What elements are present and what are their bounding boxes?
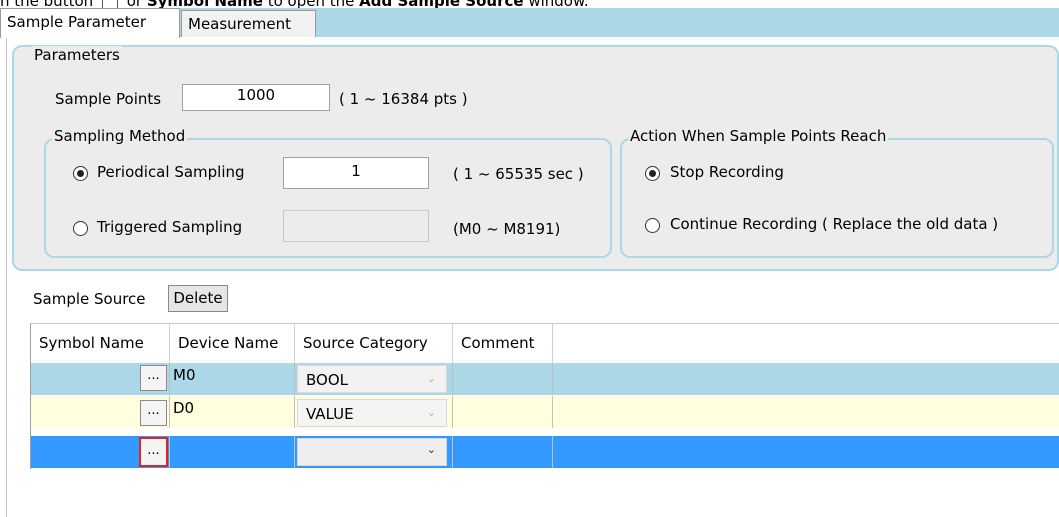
delete-button[interactable]: Delete xyxy=(168,285,228,312)
column-header-symbol-name[interactable]: Symbol Name xyxy=(31,323,170,363)
sample-source-label: Sample Source xyxy=(33,290,146,308)
triggered-range: (M0 ~ M8191) xyxy=(453,220,561,238)
triggered-sampling-radio[interactable] xyxy=(73,221,88,236)
source-category-cell[interactable]: VALUE ⌄ xyxy=(295,396,453,428)
symbol-name-cell[interactable]: ... xyxy=(31,396,170,428)
periodical-sampling-radio[interactable] xyxy=(73,166,88,181)
action-legend: Action When Sample Points Reach xyxy=(628,127,889,145)
parameters-legend: Parameters xyxy=(32,46,122,64)
device-name-cell[interactable]: D0 xyxy=(170,396,295,428)
column-header-source-category[interactable]: Source Category xyxy=(295,323,453,363)
sampling-method-legend: Sampling Method xyxy=(52,127,188,145)
periodical-range: ( 1 ~ 65535 sec ) xyxy=(453,165,584,183)
chevron-down-icon: ⌄ xyxy=(426,406,436,419)
column-header-device-name[interactable]: Device Name xyxy=(170,323,295,363)
symbol-name-cell[interactable]: ... xyxy=(31,363,170,395)
browse-symbol-button[interactable]: ... xyxy=(140,365,167,391)
comment-cell[interactable] xyxy=(453,396,553,428)
table-row[interactable]: ... M0 BOOL ⌄ xyxy=(31,363,1059,395)
device-name-cell[interactable] xyxy=(170,436,295,468)
chevron-down-icon: ⌄ xyxy=(426,443,436,456)
tab-sample-parameter[interactable]: Sample Parameter xyxy=(0,8,180,38)
tab-measurement[interactable]: Measurement xyxy=(181,10,316,38)
trigger-device-input[interactable] xyxy=(283,210,429,242)
source-category-select[interactable]: VALUE ⌄ xyxy=(297,399,447,427)
device-name-cell[interactable]: M0 xyxy=(170,363,295,395)
continue-recording-radio[interactable] xyxy=(645,218,660,233)
symbol-name-cell[interactable]: ... xyxy=(31,436,170,468)
sample-points-range: ( 1 ~ 16384 pts ) xyxy=(339,90,468,108)
comment-cell[interactable] xyxy=(453,363,553,395)
triggered-sampling-label[interactable]: Triggered Sampling xyxy=(97,218,242,236)
source-category-cell[interactable]: ⌄ xyxy=(295,436,453,468)
source-category-cell[interactable]: BOOL ⌄ xyxy=(295,363,453,395)
periodical-interval-input[interactable]: 1 xyxy=(283,157,429,189)
browse-symbol-button[interactable]: ... xyxy=(140,400,167,426)
browse-symbol-button-highlighted[interactable]: ... xyxy=(139,437,168,467)
periodical-sampling-label[interactable]: Periodical Sampling xyxy=(97,163,245,181)
source-category-value: BOOL xyxy=(306,371,348,389)
sample-points-label: Sample Points xyxy=(55,90,162,108)
stop-recording-label[interactable]: Stop Recording xyxy=(670,163,784,181)
source-category-value: VALUE xyxy=(306,405,354,423)
column-header-comment[interactable]: Comment xyxy=(453,323,553,363)
comment-cell[interactable] xyxy=(453,436,553,468)
chevron-down-icon: ⌄ xyxy=(426,372,436,385)
source-category-select[interactable]: BOOL ⌄ xyxy=(297,365,447,393)
source-category-select[interactable]: ⌄ xyxy=(297,438,447,466)
stop-recording-radio[interactable] xyxy=(645,166,660,181)
sample-points-input[interactable]: 1000 xyxy=(182,84,330,111)
table-row[interactable]: ... D0 VALUE ⌄ xyxy=(31,396,1059,428)
continue-recording-label[interactable]: Continue Recording ( Replace the old dat… xyxy=(670,215,998,233)
action-group xyxy=(620,138,1054,258)
table-row-selected[interactable]: ... ⌄ xyxy=(31,436,1059,468)
